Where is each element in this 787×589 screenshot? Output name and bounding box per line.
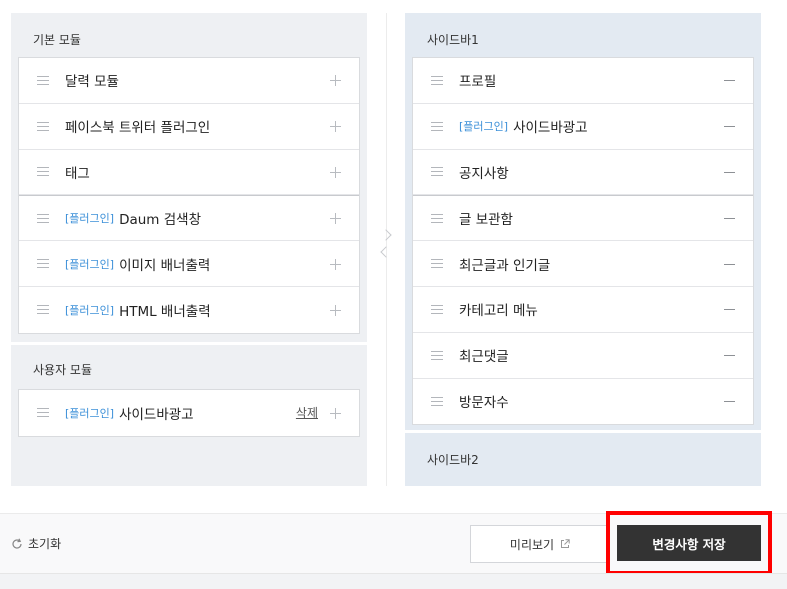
sidebar1-list: 프로필 [플러그인] 사이드바광고 공지사항 글 보관함 최근글과 인기글 카테… — [412, 57, 754, 426]
chevron-right-icon — [380, 229, 392, 241]
module-label: 프로필 — [459, 74, 497, 91]
save-changes-button[interactable]: 변경사항 저장 — [617, 525, 761, 561]
user-modules-title: 사용자 모듈 — [33, 363, 93, 377]
module-label: 카테고리 메뉴 — [459, 303, 538, 320]
sidebar2-title[interactable]: 사이드바2 — [405, 430, 761, 486]
module-label: 이미지 배너출력 — [119, 257, 211, 274]
preview-button[interactable]: 미리보기 — [470, 525, 610, 563]
drag-handle-icon[interactable] — [431, 396, 443, 406]
drag-handle-icon[interactable] — [37, 408, 49, 418]
module-label: Daum 검색창 — [119, 212, 202, 229]
minus-icon[interactable] — [724, 80, 735, 82]
plus-icon[interactable] — [330, 121, 341, 133]
sidebar-item-notice[interactable]: 공지사항 — [413, 150, 753, 196]
drag-handle-icon[interactable] — [37, 121, 49, 131]
plus-icon[interactable] — [330, 407, 341, 419]
plugin-tag: [플러그인] — [65, 303, 115, 317]
drag-handle-icon[interactable] — [37, 259, 49, 269]
footer-bar: 초기화 미리보기 변경사항 저장 — [0, 511, 787, 575]
basic-modules-list: 달력 모듈 페이스북 트위터 플러그인 태그 [플러그인] Daum 검색창 [… — [18, 57, 360, 334]
sidebar-item-archive[interactable]: 글 보관함 — [413, 195, 753, 242]
user-modules-list: [플러그인] 사이드바광고 삭제 — [18, 389, 360, 437]
drag-handle-icon[interactable] — [37, 305, 49, 315]
bottom-strip — [0, 573, 787, 589]
module-item-sidebar-ad[interactable]: [플러그인] 사이드바광고 삭제 — [19, 390, 359, 436]
reset-button[interactable]: 초기화 — [11, 535, 61, 552]
minus-icon[interactable] — [724, 126, 735, 128]
module-label: 사이드바광고 — [513, 120, 588, 137]
module-label: 공지사항 — [459, 165, 509, 182]
plugin-tag: [플러그인] — [459, 120, 509, 134]
external-link-icon — [561, 539, 570, 548]
drag-handle-icon[interactable] — [37, 75, 49, 85]
module-label: 글 보관함 — [459, 212, 513, 229]
drag-handle-icon[interactable] — [431, 259, 443, 269]
module-label: 달력 모듈 — [65, 74, 119, 91]
plugin-tag: [플러그인] — [65, 406, 115, 420]
chevron-left-icon — [380, 246, 392, 258]
drag-handle-icon[interactable] — [431, 304, 443, 314]
minus-icon[interactable] — [724, 171, 735, 173]
minus-icon[interactable] — [724, 355, 735, 357]
module-item-daum-search[interactable]: [플러그인] Daum 검색창 — [19, 195, 359, 242]
drag-handle-icon[interactable] — [431, 121, 443, 131]
drag-handle-icon[interactable] — [37, 167, 49, 177]
drag-handle-icon[interactable] — [431, 213, 443, 223]
module-library-panel: 기본 모듈 달력 모듈 페이스북 트위터 플러그인 태그 [플러그인] Daum… — [11, 13, 367, 486]
module-label: 태그 — [65, 165, 90, 182]
plus-icon[interactable] — [330, 166, 341, 178]
module-label: HTML 배너출력 — [119, 303, 211, 320]
sidebar-item-sidebar-ad[interactable]: [플러그인] 사이드바광고 — [413, 104, 753, 150]
sidebar-item-profile[interactable]: 프로필 — [413, 58, 753, 104]
minus-icon[interactable] — [724, 263, 735, 265]
sidebar-item-category-menu[interactable]: 카테고리 메뉴 — [413, 287, 753, 333]
reset-label: 초기화 — [28, 537, 62, 551]
module-item-html-banner[interactable]: [플러그인] HTML 배너출력 — [19, 287, 359, 333]
minus-icon[interactable] — [724, 309, 735, 311]
module-item-calendar[interactable]: 달력 모듈 — [19, 58, 359, 104]
sidebar-item-recent-popular[interactable]: 최근글과 인기글 — [413, 241, 753, 287]
module-label: 최근글과 인기글 — [459, 257, 551, 274]
preview-label: 미리보기 — [509, 537, 555, 552]
module-item-facebook-twitter[interactable]: 페이스북 트위터 플러그인 — [19, 104, 359, 150]
sidebar1-title: 사이드바1 — [427, 33, 479, 47]
plugin-tag: [플러그인] — [65, 257, 115, 271]
module-item-image-banner[interactable]: [플러그인] 이미지 배너출력 — [19, 241, 359, 287]
plus-icon[interactable] — [330, 75, 341, 87]
delete-link[interactable]: 삭제 — [296, 404, 318, 421]
module-label: 최근댓글 — [459, 349, 509, 366]
module-label: 방문자수 — [459, 395, 509, 412]
plus-icon[interactable] — [330, 258, 341, 270]
drag-handle-icon[interactable] — [37, 213, 49, 223]
sidebar-item-visitor-count[interactable]: 방문자수 — [413, 379, 753, 425]
plus-icon[interactable] — [330, 213, 341, 225]
plugin-tag: [플러그인] — [65, 212, 115, 226]
drag-handle-icon[interactable] — [431, 167, 443, 177]
drag-handle-icon[interactable] — [431, 350, 443, 360]
sidebar-item-recent-comments[interactable]: 최근댓글 — [413, 333, 753, 379]
basic-modules-title: 기본 모듈 — [33, 33, 81, 47]
module-item-tag[interactable]: 태그 — [19, 150, 359, 196]
sidebar-panel: 사이드바1 프로필 [플러그인] 사이드바광고 공지사항 글 보관함 최근글과 … — [405, 13, 761, 486]
drag-handle-icon[interactable] — [431, 75, 443, 85]
user-modules-section: 사용자 모듈 [플러그인] 사이드바광고 삭제 — [11, 342, 367, 486]
plus-icon[interactable] — [330, 304, 341, 316]
module-label: 페이스북 트위터 플러그인 — [65, 120, 211, 137]
minus-icon[interactable] — [724, 401, 735, 403]
module-label: 사이드바광고 — [119, 406, 194, 423]
refresh-icon — [12, 538, 22, 549]
minus-icon[interactable] — [724, 218, 735, 220]
